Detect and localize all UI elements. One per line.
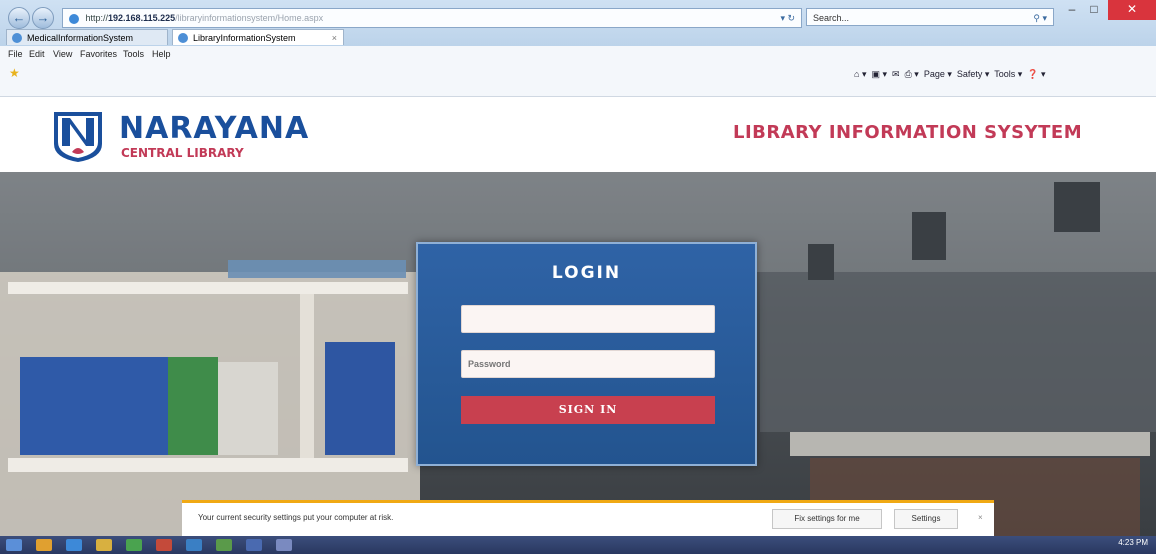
menu-bar: File Edit View Favorites Tools Help [0, 46, 1156, 62]
address-bar[interactable]: http://192.168.115.225/libraryinformatio… [62, 8, 802, 28]
narayana-logo-icon [54, 112, 102, 162]
home-icon[interactable]: ⌂ [854, 69, 859, 79]
close-icon[interactable]: ✕ [1108, 0, 1156, 20]
taskbar-app-icon[interactable] [276, 539, 292, 551]
taskbar-app-icon[interactable] [156, 539, 172, 551]
login-panel: LOGIN SIGN IN [416, 242, 757, 466]
taskbar-app-icon[interactable] [126, 539, 142, 551]
app-title: LIBRARY INFORMATION SYSYTEM [733, 122, 1083, 143]
ie-icon [69, 13, 79, 24]
site-header: NARAYANA CENTRAL LIBRARY LIBRARY INFORMA… [0, 97, 1156, 172]
taskbar-explorer-icon[interactable] [96, 539, 112, 551]
page-menu[interactable]: Page [924, 69, 945, 79]
tab-label: MedicalInformationSystem [27, 33, 134, 43]
favorites-bar: ★ ⌂ ▾ ▣ ▾ ✉ ⎙ ▾ Page ▾ Safety ▾ Tools ▾ … [0, 62, 1156, 97]
settings-button[interactable]: Settings [894, 509, 958, 529]
tab-favicon-icon [12, 33, 22, 43]
brand-name: NARAYANA [119, 111, 310, 146]
search-placeholder: Search... [813, 13, 850, 23]
address-path: /libraryinformationsystem/Home.aspx [175, 13, 324, 23]
security-notification-bar: Your current security settings put your … [182, 500, 994, 536]
start-icon[interactable] [6, 539, 22, 551]
tab-favicon-icon [178, 33, 188, 43]
taskbar-app-icon[interactable] [246, 539, 262, 551]
menu-tools[interactable]: Tools [123, 46, 144, 62]
window-controls: – □ ✕ [1062, 0, 1156, 24]
taskbar-app-icon[interactable] [186, 539, 202, 551]
forward-button[interactable]: → [32, 7, 54, 29]
security-message: Your current security settings put your … [198, 513, 394, 522]
taskbar-app-icon[interactable] [216, 539, 232, 551]
tools-menu[interactable]: Tools [994, 69, 1015, 79]
close-notification-icon[interactable]: × [978, 503, 983, 533]
command-bar: ⌂ ▾ ▣ ▾ ✉ ⎙ ▾ Page ▾ Safety ▾ Tools ▾ ❓ … [854, 69, 1046, 79]
brand-subtitle: CENTRAL LIBRARY [121, 146, 244, 160]
refresh-icon[interactable]: ▾ ↻ [780, 9, 795, 27]
menu-favorites[interactable]: Favorites [80, 46, 117, 62]
mail-icon[interactable]: ✉ [892, 69, 900, 79]
menu-help[interactable]: Help [152, 46, 171, 62]
back-button[interactable]: ← [8, 7, 30, 29]
menu-view[interactable]: View [53, 46, 72, 62]
search-input[interactable]: Search... ⚲ ▾ [806, 8, 1054, 26]
taskbar-app-icon[interactable] [36, 539, 52, 551]
minimize-icon[interactable]: – [1062, 0, 1082, 20]
taskbar-clock: 4:23 PM [1118, 538, 1148, 547]
taskbar-ie-icon[interactable] [66, 539, 82, 551]
menu-file[interactable]: File [8, 46, 23, 62]
tab-close-icon[interactable]: × [332, 30, 337, 46]
address-host: 192.168.115.225 [108, 13, 176, 23]
tab-label: LibraryInformationSystem [193, 33, 296, 43]
menu-edit[interactable]: Edit [29, 46, 45, 62]
browser-chrome: ← → http://192.168.115.225/libraryinform… [0, 0, 1156, 46]
library-background: LOGIN SIGN IN [0, 172, 1156, 536]
help-icon[interactable]: ❓ [1027, 69, 1038, 79]
safety-menu[interactable]: Safety [957, 69, 983, 79]
address-prefix: http:// [85, 13, 109, 23]
maximize-icon[interactable]: □ [1084, 0, 1104, 20]
password-field[interactable] [461, 350, 715, 378]
login-title: LOGIN [551, 263, 622, 283]
tab-library[interactable]: LibraryInformationSystem × [172, 29, 344, 45]
search-icon[interactable]: ⚲ ▾ [1033, 9, 1047, 27]
feeds-icon[interactable]: ▣ [871, 69, 880, 79]
favorites-star-icon[interactable]: ★ [9, 66, 20, 80]
tab-medical[interactable]: MedicalInformationSystem [6, 29, 168, 45]
print-icon[interactable]: ⎙ [905, 69, 912, 79]
fix-settings-button[interactable]: Fix settings for me [772, 509, 882, 529]
windows-taskbar: 4:23 PM [0, 536, 1156, 554]
sign-in-button[interactable]: SIGN IN [461, 396, 715, 424]
username-field[interactable] [461, 305, 715, 333]
